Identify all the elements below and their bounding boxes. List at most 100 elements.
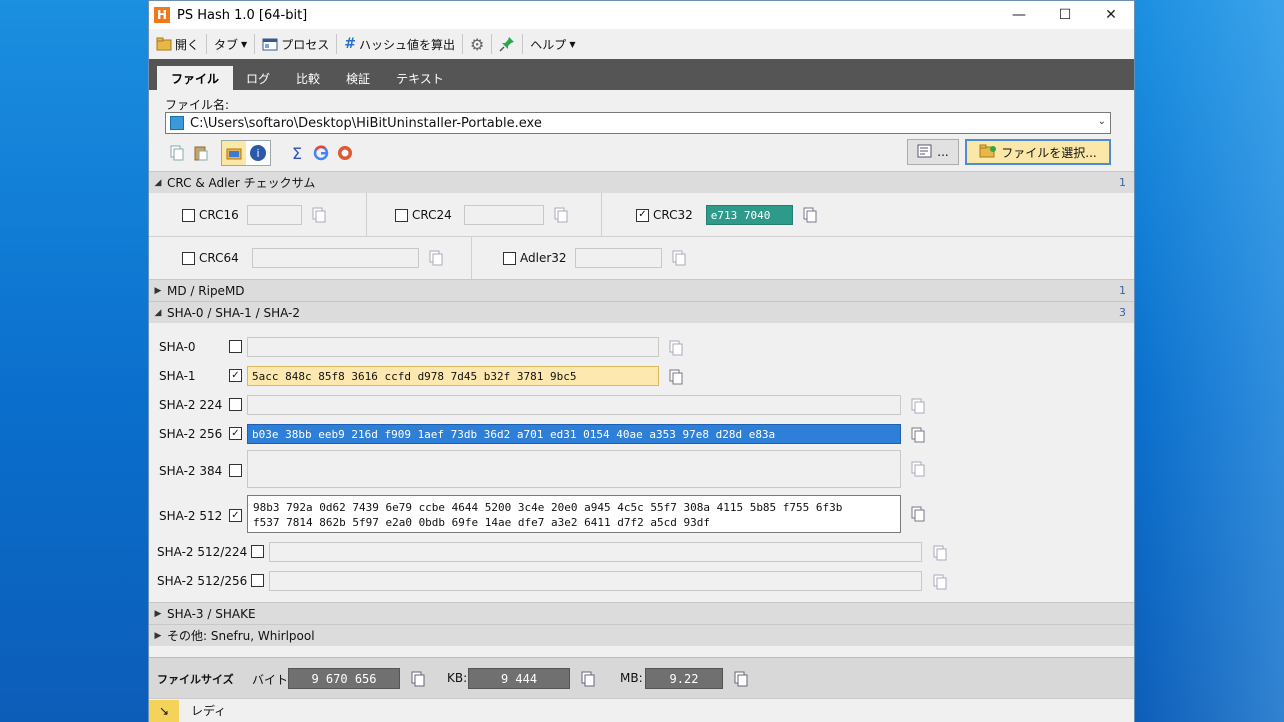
app-window: H PS Hash 1.0 [64-bit] — ☐ ✕ 開く タブ ▼ プロセ… xyxy=(148,0,1135,722)
copy-icon[interactable] xyxy=(427,249,445,267)
tab-compare[interactable]: 比較 xyxy=(283,66,333,90)
options-button[interactable]: ... xyxy=(907,139,959,165)
crc16-label: CRC16 xyxy=(199,208,239,222)
sha224-field[interactable] xyxy=(247,395,901,415)
sha384-checkbox[interactable] xyxy=(229,464,242,477)
copy-icon[interactable] xyxy=(310,206,328,224)
crc32-field[interactable]: e713 7040 xyxy=(705,205,793,225)
copy-icon[interactable] xyxy=(909,505,927,523)
sha1-label: SHA-1 xyxy=(159,369,196,383)
file-name-label: ファイル名: xyxy=(165,98,230,112)
tab-log[interactable]: ログ xyxy=(233,66,283,90)
bytes-label: バイト: xyxy=(252,673,293,687)
crc24-checkbox[interactable] xyxy=(395,208,408,222)
crc16-field[interactable] xyxy=(246,205,302,225)
copy-icon[interactable] xyxy=(165,141,189,165)
adler32-field[interactable] xyxy=(574,248,662,268)
svg-text:Σ: Σ xyxy=(292,145,302,161)
file-type-icon xyxy=(170,116,184,130)
sha-panel: SHA-0 SHA-1 ✓ 5acc 848c 85f8 3616 ccfd d… xyxy=(149,323,1134,602)
help-menu-button[interactable]: ヘルプ ▼ xyxy=(527,32,578,56)
section-crc-header[interactable]: ◢ CRC & Adler チェックサム 1 xyxy=(149,171,1134,193)
copy-icon[interactable] xyxy=(931,544,949,562)
sha256-checkbox[interactable]: ✓ xyxy=(229,427,242,440)
status-text: レディ xyxy=(191,704,227,718)
folder-open-icon xyxy=(156,37,172,51)
sha256-field[interactable]: b03e 38bb eeb9 216d f909 1aef 73db 36d2 … xyxy=(247,424,901,444)
minimize-button[interactable]: — xyxy=(996,1,1042,29)
process-button[interactable]: プロセス xyxy=(259,32,332,56)
kb-value: 9 444 xyxy=(468,668,570,689)
pin-button[interactable] xyxy=(496,32,518,56)
sha512-checkbox[interactable]: ✓ xyxy=(229,509,242,522)
sha0-checkbox[interactable] xyxy=(229,340,242,353)
sha256-label: SHA-2 256 xyxy=(159,427,223,441)
sha512-field[interactable]: 98b3 792a 0d62 7439 6e79 ccbe 4644 5200 … xyxy=(247,495,901,533)
copy-icon[interactable] xyxy=(801,206,819,224)
adler32-checkbox[interactable] xyxy=(503,251,516,265)
tab-file[interactable]: ファイル xyxy=(157,66,234,90)
copy-icon[interactable] xyxy=(667,339,685,357)
tab-menu-button[interactable]: タブ ▼ xyxy=(211,32,250,56)
section-other-header[interactable]: ▶ その他: Snefru, Whirlpool xyxy=(149,624,1134,646)
crc24-field[interactable] xyxy=(463,205,544,225)
crc16-checkbox[interactable] xyxy=(182,208,195,222)
section-sha-header[interactable]: ◢ SHA-0 / SHA-1 / SHA-2 3 xyxy=(149,301,1134,323)
copy-icon[interactable] xyxy=(909,460,927,478)
info-icon[interactable]: i xyxy=(246,141,270,165)
sha512-224-checkbox[interactable] xyxy=(251,545,264,558)
copy-icon[interactable] xyxy=(909,397,927,415)
copy-icon[interactable] xyxy=(579,670,597,688)
settings-button[interactable]: ⚙ xyxy=(467,32,487,56)
section-md-header[interactable]: ▶ MD / RipeMD 1 xyxy=(149,279,1134,301)
chevron-down-icon[interactable]: ⌄ xyxy=(1098,116,1106,127)
copy-icon[interactable] xyxy=(909,426,927,444)
sha224-label: SHA-2 224 xyxy=(159,398,223,412)
file-path-combobox[interactable]: C:\Users\softaro\Desktop\HiBitUninstalle… xyxy=(165,112,1111,134)
open-button[interactable]: 開く xyxy=(153,32,202,56)
section-sha-count: 3 xyxy=(1119,306,1126,319)
sha512-256-field[interactable] xyxy=(269,571,922,591)
copy-icon[interactable] xyxy=(931,573,949,591)
section-sha3-header[interactable]: ▶ SHA-3 / SHAKE xyxy=(149,602,1134,624)
sha512-224-field[interactable] xyxy=(269,542,922,562)
sha512-256-checkbox[interactable] xyxy=(251,574,264,587)
copy-icon[interactable] xyxy=(670,249,688,267)
sigma-icon[interactable]: Σ xyxy=(285,141,309,165)
paste-icon[interactable] xyxy=(189,141,213,165)
select-file-button[interactable]: ファイルを選択... xyxy=(965,139,1111,165)
crc64-field[interactable] xyxy=(251,248,419,268)
maximize-button[interactable]: ☐ xyxy=(1042,1,1088,29)
copy-icon[interactable] xyxy=(732,670,750,688)
close-button[interactable]: ✕ xyxy=(1088,1,1134,29)
explorer-icon[interactable] xyxy=(222,141,246,165)
tab-verify[interactable]: 検証 xyxy=(333,66,383,90)
duckduckgo-icon[interactable] xyxy=(333,141,357,165)
file-size-bar: ファイルサイズ バイト: 9 670 656 KB: 9 444 MB: 9.2… xyxy=(149,657,1134,698)
sha512-224-label: SHA-2 512/224 xyxy=(157,545,248,559)
window-title: PS Hash 1.0 [64-bit] xyxy=(177,7,308,23)
crc32-checkbox[interactable]: ✓ xyxy=(636,208,649,222)
sha0-field[interactable] xyxy=(247,337,659,357)
gear-icon: ⚙ xyxy=(469,34,485,54)
sha384-field[interactable] xyxy=(247,450,901,488)
section-other-title: その他: Snefru, Whirlpool xyxy=(167,629,315,643)
title-bar: H PS Hash 1.0 [64-bit] — ☐ ✕ xyxy=(149,1,1134,29)
crc24-label: CRC24 xyxy=(412,208,452,222)
expand-arrow-icon: ▶ xyxy=(154,285,162,296)
copy-icon[interactable] xyxy=(409,670,427,688)
section-crc-count: 1 xyxy=(1119,176,1126,189)
sha224-checkbox[interactable] xyxy=(229,398,242,411)
bytes-value: 9 670 656 xyxy=(288,668,400,689)
compute-hash-button[interactable]: # ハッシュ値を算出 xyxy=(341,32,458,56)
sha1-checkbox[interactable]: ✓ xyxy=(229,369,242,382)
copy-icon[interactable] xyxy=(667,368,685,386)
tab-text[interactable]: テキスト xyxy=(383,66,457,90)
sha1-field[interactable]: 5acc 848c 85f8 3616 ccfd d978 7d45 b32f … xyxy=(247,366,659,386)
crc64-checkbox[interactable] xyxy=(182,251,195,265)
copy-icon[interactable] xyxy=(552,206,570,224)
google-icon[interactable] xyxy=(309,141,333,165)
crc64-label: CRC64 xyxy=(199,251,239,265)
kb-label: KB: xyxy=(447,671,468,685)
status-bar: ↘ レディ xyxy=(149,698,1134,722)
